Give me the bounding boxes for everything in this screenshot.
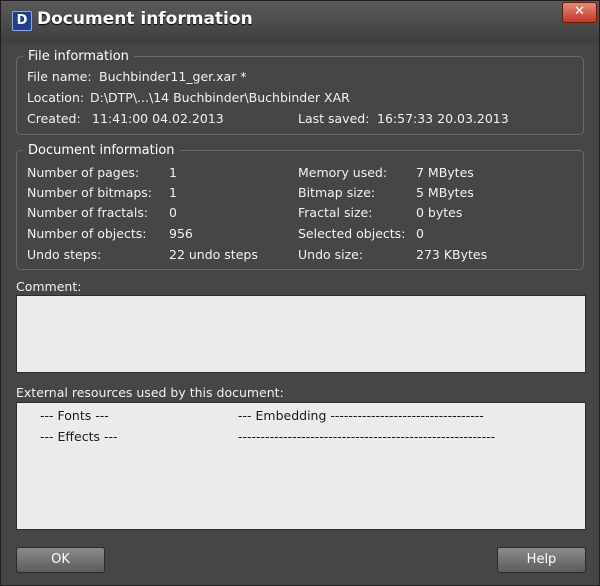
stat-label: Selected objects: <box>298 226 406 241</box>
stat-value: 7 MBytes <box>416 165 474 180</box>
help-button[interactable]: Help <box>497 547 586 573</box>
file-name-value: Buchbinder11_ger.xar * <box>99 69 247 84</box>
location-label: Location: <box>27 90 85 105</box>
title-bar[interactable]: D Document information ✕ <box>1 1 599 43</box>
ok-button[interactable]: OK <box>16 547 105 573</box>
stat-label: Undo steps: <box>27 247 102 262</box>
last-saved-label: Last saved: <box>298 111 370 126</box>
resource-name: --- Fonts --- <box>40 408 109 423</box>
stat-label: Undo size: <box>298 247 364 262</box>
comment-textarea[interactable] <box>16 295 586 373</box>
file-information-legend: File information <box>28 49 129 64</box>
file-name-label: File name: <box>27 69 92 84</box>
stat-value: 0 bytes <box>416 205 463 220</box>
created-label: Created: <box>27 111 81 126</box>
stat-value: 1 <box>169 185 177 200</box>
stat-value: 956 <box>169 226 193 241</box>
location-value: D:\DTP\...\14 Buchbinder\Buchbinder XAR <box>90 90 350 105</box>
stat-value: 5 MBytes <box>416 185 474 200</box>
close-icon: ✕ <box>574 4 585 19</box>
external-resources-list[interactable]: --- Fonts --- --- Embedding ------------… <box>16 402 586 530</box>
stat-label: Memory used: <box>298 165 388 180</box>
comment-label: Comment: <box>16 279 82 294</box>
stat-label: Fractal size: <box>298 205 373 220</box>
external-resources-label: External resources used by this document… <box>16 385 284 400</box>
resource-detail: ----------------------------------------… <box>238 429 496 444</box>
stat-label: Bitmap size: <box>298 185 376 200</box>
created-value: 11:41:00 04.02.2013 <box>92 111 224 126</box>
resource-detail: --- Embedding --------------------------… <box>238 408 484 423</box>
stat-label: Number of objects: <box>27 226 147 241</box>
stat-value: 273 KBytes <box>416 247 488 262</box>
dialog-title: Document information <box>37 9 253 29</box>
app-icon: D <box>12 11 32 31</box>
stat-value: 0 <box>416 226 424 241</box>
stat-value: 1 <box>169 165 177 180</box>
stat-value: 22 undo steps <box>169 247 258 262</box>
stat-value: 0 <box>169 205 177 220</box>
last-saved-value: 16:57:33 20.03.2013 <box>377 111 509 126</box>
stat-label: Number of fractals: <box>27 205 149 220</box>
close-button[interactable]: ✕ <box>562 2 597 23</box>
stat-label: Number of pages: <box>27 165 140 180</box>
document-information-legend: Document information <box>28 143 175 158</box>
document-information-dialog: D Document information ✕ File informatio… <box>0 0 600 586</box>
stat-label: Number of bitmaps: <box>27 185 153 200</box>
resource-name: --- Effects --- <box>40 429 118 444</box>
